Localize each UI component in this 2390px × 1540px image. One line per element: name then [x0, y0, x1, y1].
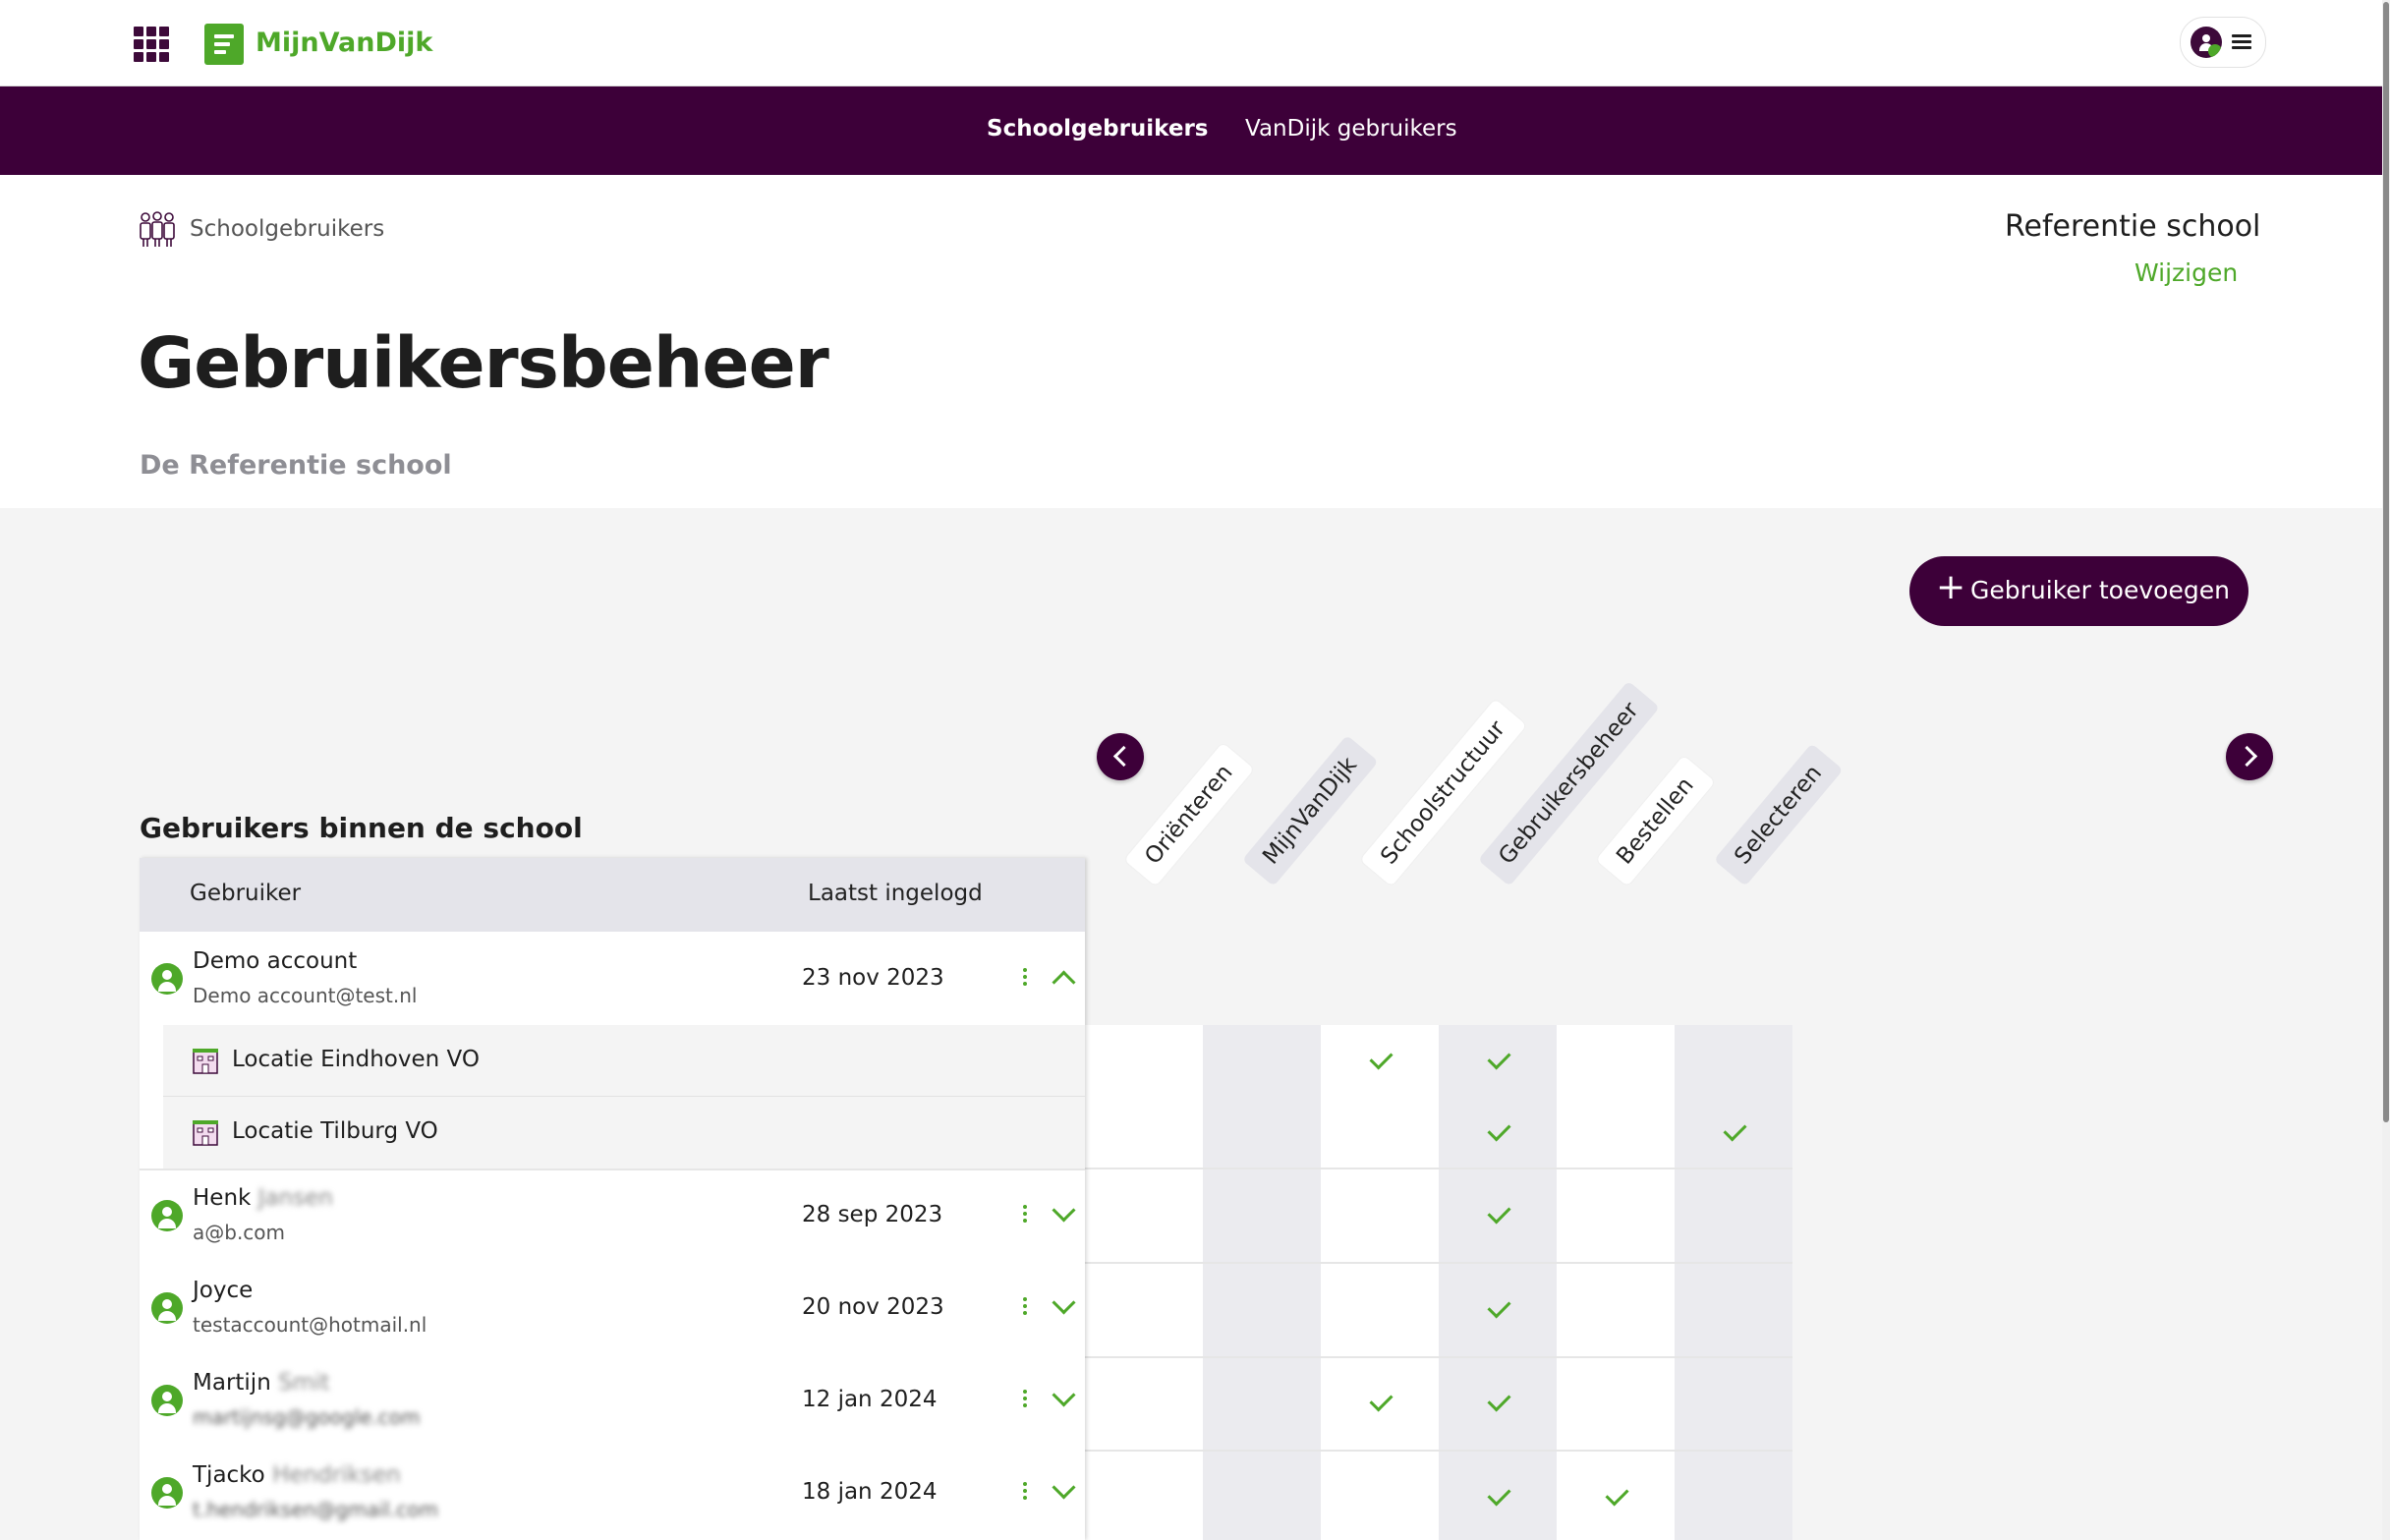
more-options-icon[interactable]: [1020, 968, 1030, 990]
permission-column-header: Selecteren: [1713, 743, 1863, 888]
location-row: Locatie Tilburg VO: [163, 1097, 1085, 1169]
building-icon: [193, 1049, 218, 1074]
hamburger-icon: [2232, 34, 2251, 50]
plus-icon: +: [1936, 567, 1966, 607]
change-school-link[interactable]: Wijzigen: [2134, 258, 2238, 287]
building-icon: [193, 1120, 218, 1146]
table-row[interactable]: Joyce testaccount@hotmail.nl 20 nov 2023: [140, 1262, 1085, 1356]
more-options-icon[interactable]: [1020, 1390, 1030, 1411]
user-icon: [151, 1385, 183, 1416]
add-user-button[interactable]: + Gebruiker toevoegen: [1909, 556, 2248, 626]
chevron-down-icon[interactable]: [1052, 1198, 1076, 1223]
page-subtitle: De Referentie school: [140, 450, 452, 481]
table-header: Gebruiker Laatst ingelogd: [140, 858, 1085, 932]
user-icon: [151, 1200, 183, 1231]
permission-matrix: [1085, 1025, 1792, 1540]
chevron-left-icon: [1112, 745, 1135, 768]
column-header-user: Gebruiker: [190, 881, 302, 906]
apps-grid-icon[interactable]: [134, 27, 169, 62]
scroll-right-button[interactable]: [2226, 733, 2273, 780]
table-row[interactable]: Henk Jansen a@b.com 28 sep 2023: [140, 1170, 1085, 1264]
more-options-icon[interactable]: [1020, 1482, 1030, 1504]
logo-icon[interactable]: [204, 24, 244, 65]
scrollbar-thumb[interactable]: [2383, 2, 2389, 1122]
user-icon: [151, 1292, 183, 1324]
table-row[interactable]: Demo account Demo account@test.nl 23 nov…: [140, 932, 1085, 1025]
breadcrumb[interactable]: Schoolgebruikers: [190, 216, 384, 242]
table-row[interactable]: Tjacko Hendriksen t.hendriksen@gmail.com…: [140, 1446, 1085, 1540]
tab-vandijk-gebruikers[interactable]: VanDijk gebruikers: [1245, 116, 1457, 142]
tab-schoolgebruikers[interactable]: Schoolgebruikers: [987, 116, 1209, 142]
chevron-down-icon[interactable]: [1052, 1290, 1076, 1315]
page-title: Gebruikersbeheer: [138, 322, 829, 404]
user-icon: [151, 1477, 183, 1509]
chevron-up-icon[interactable]: [1052, 970, 1076, 995]
avatar-icon: [2191, 27, 2222, 58]
user-menu-button[interactable]: [2180, 17, 2266, 68]
section-title: Gebruikers binnen de school: [140, 812, 583, 844]
users-table: Gebruiker Laatst ingelogd Demo account D…: [140, 858, 1085, 1540]
more-options-icon[interactable]: [1020, 1205, 1030, 1226]
scroll-left-button[interactable]: [1097, 733, 1144, 780]
column-header-last-login: Laatst ingelogd: [808, 881, 983, 906]
more-options-icon[interactable]: [1020, 1297, 1030, 1319]
user-icon: [151, 963, 183, 995]
chevron-down-icon[interactable]: [1052, 1475, 1076, 1500]
location-row: Locatie Eindhoven VO: [163, 1025, 1085, 1097]
current-school-name: Referentie school: [2005, 209, 2261, 244]
users-group-icon: [140, 211, 175, 247]
table-row[interactable]: Martijn Smit martijnsg@google.com 12 jan…: [140, 1354, 1085, 1448]
chevron-down-icon[interactable]: [1052, 1383, 1076, 1407]
chevron-right-icon: [2236, 745, 2258, 768]
logo-text[interactable]: MijnVanDijk: [256, 28, 432, 58]
main-nav: Schoolgebruikers VanDijk gebruikers: [0, 86, 2390, 175]
